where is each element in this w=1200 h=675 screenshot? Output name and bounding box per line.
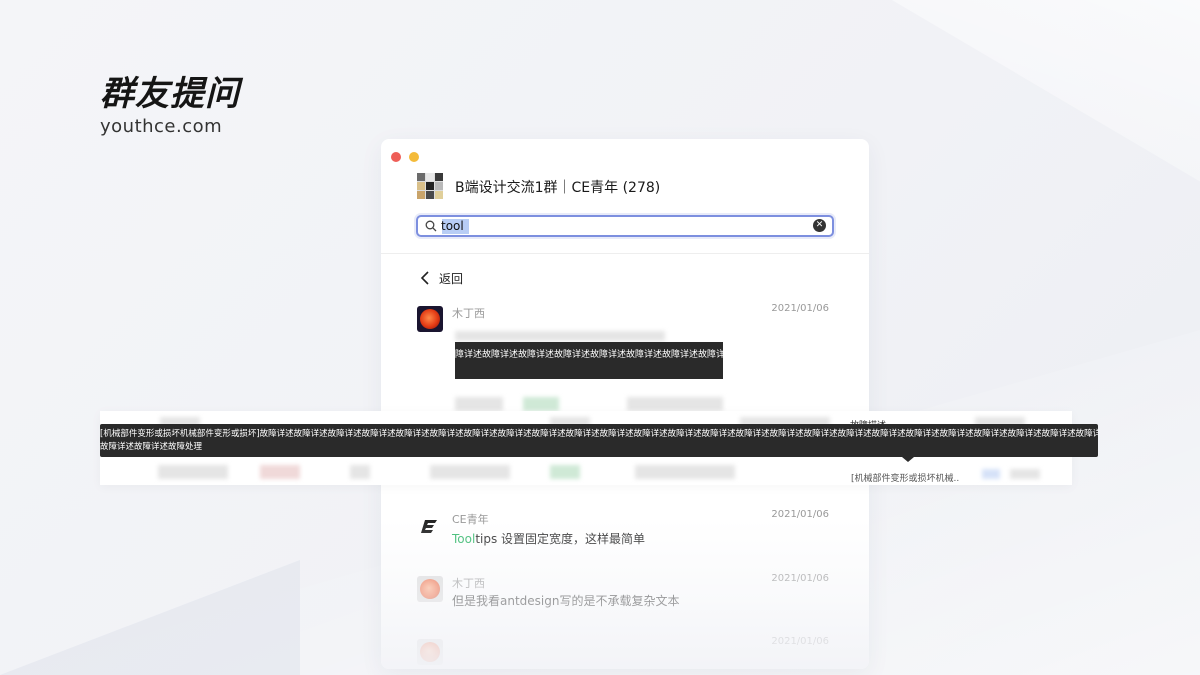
divider [381, 253, 869, 254]
avatar[interactable] [417, 576, 443, 602]
blurred-content [455, 397, 503, 411]
ce-logo-icon [421, 520, 437, 533]
blurred-content [455, 331, 665, 341]
site-url: youthce.com [100, 116, 223, 137]
blurred-content [982, 469, 1000, 479]
message-date: 2021/01/06 [771, 509, 829, 520]
search-input[interactable] [441, 218, 801, 234]
clear-circle-icon[interactable]: ✕ [813, 219, 826, 232]
blurred-content [430, 465, 510, 479]
message-sender: CE青年 [452, 513, 489, 526]
message-date: 2021/01/06 [771, 636, 829, 647]
search-field[interactable]: ✕ [416, 215, 834, 237]
message-date: 2021/01/06 [771, 573, 829, 584]
blurred-content [627, 397, 723, 411]
truncated-cell[interactable]: [机械部件变形或损坏机械.. [851, 471, 959, 484]
back-button[interactable]: 返回 [419, 268, 463, 288]
message-text-rest: tips 设置固定宽度，这样最简单 [475, 532, 646, 546]
background-shape [0, 560, 300, 675]
tooltip-text: 障详述故障详述故障详述故障详述故障详述故障详述故障详述故障详述 [455, 350, 723, 360]
page-title: 群友提问 [100, 74, 240, 114]
chevron-left-icon [420, 271, 429, 285]
message-date: 2021/01/06 [771, 303, 829, 314]
message-text: 但是我看antdesign写的是不承载复杂文本 [452, 594, 680, 608]
keyword-highlight: Tool [452, 532, 476, 546]
back-label: 返回 [439, 271, 464, 286]
avatar[interactable] [417, 512, 443, 538]
blurred-content [635, 465, 735, 479]
tooltip-preview: 障详述故障详述故障详述故障详述故障详述故障详述故障详述故障详述 [455, 342, 723, 379]
blurred-content [1010, 469, 1040, 479]
blurred-content [158, 465, 228, 479]
avatar[interactable] [417, 639, 443, 665]
long-tooltip: [机械部件变形或损坏机械部件变形或损坏]故障详述故障详述故障详述故障详述故障详述… [100, 424, 1098, 457]
tooltip-arrow [902, 457, 914, 462]
message-sender: 木丁西 [452, 577, 485, 590]
blurred-content [523, 397, 559, 411]
group-title: B端设计交流1群｜CE青年 (278) [455, 180, 661, 196]
search-icon [425, 220, 437, 232]
blurred-content [350, 465, 370, 479]
avatar[interactable] [417, 306, 443, 332]
blurred-content [550, 465, 580, 479]
group-avatar [417, 173, 443, 199]
minimize-window-button[interactable] [409, 152, 419, 162]
blurred-content [260, 465, 300, 479]
tooltip-line: [机械部件变形或损坏机械部件变形或损坏]故障详述故障详述故障详述故障详述故障详述… [100, 429, 1098, 439]
message-sender: 木丁西 [452, 307, 485, 320]
message-text: Tooltips 设置固定宽度，这样最简单 [452, 530, 645, 547]
close-window-button[interactable] [391, 152, 401, 162]
chat-search-window: B端设计交流1群｜CE青年 (278) ✕ 返回 木丁西 2021/01/06 … [381, 139, 869, 669]
tooltip-line: 故障详述故障详述故障处理 [100, 442, 203, 452]
